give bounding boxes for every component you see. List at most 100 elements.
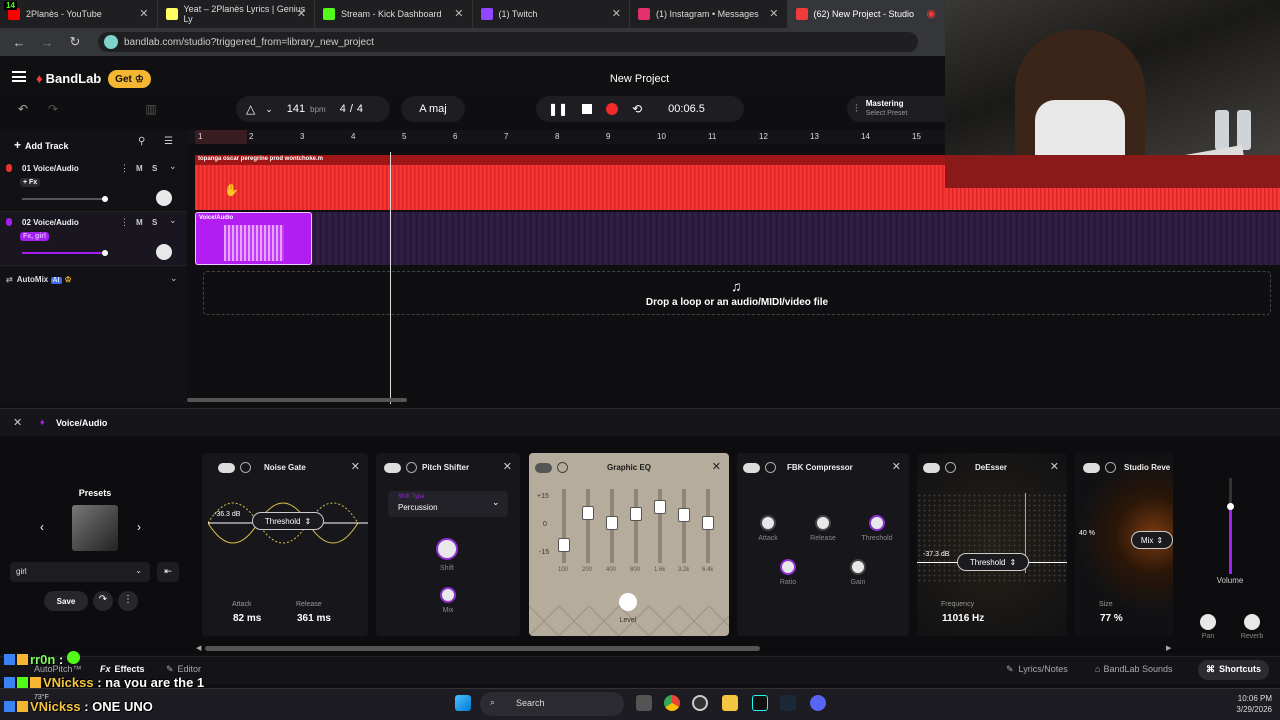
solo-button[interactable]: S xyxy=(152,218,157,227)
pan-knob[interactable] xyxy=(156,190,172,206)
loop-icon[interactable]: ⟲ xyxy=(632,102,642,116)
close-icon[interactable]: ✕ xyxy=(351,460,360,473)
track-2-header[interactable]: 02 Voice/Audio Fx, girl ⋮ M S ⌄ xyxy=(0,212,187,266)
close-icon[interactable]: ✕ xyxy=(1050,460,1059,473)
slider-thumb[interactable] xyxy=(102,250,108,256)
close-tab-icon[interactable]: ✕ xyxy=(139,7,148,20)
editor-tab[interactable]: ✎ Editor xyxy=(166,664,201,675)
key-selector[interactable]: A maj xyxy=(401,96,465,122)
mix-control[interactable]: Mix ⇕ xyxy=(1131,531,1173,549)
measure-number[interactable]: 10 xyxy=(657,132,666,141)
eq-band-slider[interactable] xyxy=(654,499,666,514)
close-icon[interactable]: ✕ xyxy=(712,460,721,473)
pan-knob[interactable] xyxy=(156,244,172,260)
eq-band-track[interactable] xyxy=(634,489,638,563)
automix-row[interactable]: ⇄ AutoMix AI ♔ xyxy=(6,275,72,284)
task-view-icon[interactable] xyxy=(636,695,652,711)
chevron-down-icon[interactable]: ⌄ xyxy=(169,215,177,226)
time-sig-den[interactable]: 4 xyxy=(357,103,363,115)
eq-band-slider[interactable] xyxy=(582,505,594,520)
ratio-knob[interactable] xyxy=(780,559,796,575)
level-knob[interactable] xyxy=(619,593,637,611)
share-icon[interactable]: ↷ xyxy=(93,591,113,611)
undo-icon[interactable]: ↶ xyxy=(12,98,34,120)
eq-band-track[interactable] xyxy=(586,489,590,563)
browser-tab-twitch[interactable]: (1) Twitch ✕ xyxy=(473,0,630,28)
measure-number[interactable]: 4 xyxy=(351,132,355,141)
info-icon[interactable] xyxy=(945,462,956,473)
mastering-button[interactable]: ⫶ Mastering Select Preset xyxy=(847,96,945,122)
eq-band-track[interactable] xyxy=(682,489,686,563)
close-tab-icon[interactable]: ✕ xyxy=(769,7,778,20)
more-icon[interactable]: ⋮ xyxy=(118,591,138,611)
size-value[interactable]: 77 % xyxy=(1100,613,1123,624)
discord-icon[interactable] xyxy=(810,695,826,711)
stop-icon[interactable] xyxy=(582,104,593,114)
track-2-name[interactable]: 02 Voice/Audio xyxy=(22,218,79,227)
audio-clip-1[interactable]: topanga oscar peregrine prod wontchoke.m xyxy=(195,155,945,210)
noise-gate-toggle[interactable] xyxy=(218,463,235,473)
more-icon[interactable]: ⋮ xyxy=(120,217,129,228)
threshold-knob[interactable] xyxy=(869,515,885,531)
track-2-fx-button[interactable]: Fx, girl xyxy=(20,232,49,241)
hamburger-menu-icon[interactable] xyxy=(12,71,26,82)
shift-knob[interactable] xyxy=(436,538,458,560)
measure-number[interactable]: 9 xyxy=(606,132,610,141)
more-icon[interactable]: ⋮ xyxy=(120,163,129,174)
windows-start-icon[interactable] xyxy=(455,695,471,711)
slider-thumb[interactable] xyxy=(102,196,108,202)
pause-icon[interactable]: ❚❚ xyxy=(548,102,568,116)
chevron-down-icon[interactable]: ⌄ xyxy=(170,273,178,284)
measure-number[interactable]: 6 xyxy=(453,132,457,141)
magic-wand-icon[interactable]: ⚲ xyxy=(138,136,145,147)
reverb-toggle[interactable] xyxy=(1083,463,1100,473)
frequency-value[interactable]: 11016 Hz xyxy=(942,613,984,624)
measure-number[interactable]: 14 xyxy=(861,132,870,141)
audio-clip-1-tail[interactable] xyxy=(945,188,1280,210)
tiktok-icon[interactable] xyxy=(752,695,768,711)
track-settings-icon[interactable]: ☰ xyxy=(164,136,173,147)
browser-tab-genius[interactable]: Yeat – 2Planès Lyrics | Genius Ly ✕ xyxy=(158,0,315,28)
close-tab-icon[interactable]: ✕ xyxy=(454,7,463,20)
measure-number[interactable]: 12 xyxy=(759,132,768,141)
pitch-shifter-toggle[interactable] xyxy=(384,463,401,473)
info-icon[interactable] xyxy=(406,462,417,473)
track-1-fx-button[interactable]: + Fx xyxy=(20,178,41,187)
save-preset-button[interactable]: Save xyxy=(44,591,88,611)
volume-slider[interactable] xyxy=(22,250,108,256)
close-icon[interactable]: ✕ xyxy=(13,416,22,429)
preset-thumbnail[interactable] xyxy=(72,505,118,551)
measure-number[interactable]: 11 xyxy=(708,132,716,141)
chevron-down-icon[interactable]: ⌄ xyxy=(169,161,177,172)
browser-tab-youtube[interactable]: 2Planès - YouTube ✕ xyxy=(0,0,158,28)
bpm-value[interactable]: 141 xyxy=(287,103,305,115)
release-value[interactable]: 361 ms xyxy=(297,613,331,624)
file-explorer-icon[interactable] xyxy=(722,695,738,711)
get-membership-button[interactable]: Get ♔ xyxy=(108,70,151,88)
mute-button[interactable]: M xyxy=(136,218,143,227)
obs-icon[interactable] xyxy=(692,695,708,711)
measure-number[interactable]: 5 xyxy=(402,132,406,141)
metronome-dropdown-icon[interactable]: ⌄ xyxy=(265,104,273,115)
loop-region[interactable] xyxy=(195,130,247,144)
track-1-header[interactable]: 01 Voice/Audio + Fx ⋮ M S ⌄ xyxy=(0,158,187,212)
measure-number[interactable]: 8 xyxy=(555,132,559,141)
lyrics-notes-button[interactable]: ✎ Lyrics/Notes xyxy=(1006,664,1068,675)
deesser-toggle[interactable] xyxy=(923,463,940,473)
compressor-toggle[interactable] xyxy=(743,463,760,473)
taskbar-search[interactable]: ⌕ Search xyxy=(480,692,624,716)
site-info-icon[interactable] xyxy=(104,35,118,49)
scroll-left-icon[interactable]: ◀ xyxy=(196,644,201,652)
attack-knob[interactable] xyxy=(760,515,776,531)
close-tab-icon[interactable]: ✕ xyxy=(612,7,621,20)
volume-fader-thumb[interactable] xyxy=(1227,503,1234,510)
eq-band-slider[interactable] xyxy=(558,538,570,553)
info-icon[interactable] xyxy=(240,462,251,473)
browser-tab-kick[interactable]: Stream - Kick Dashboard ✕ xyxy=(315,0,473,28)
redo-icon[interactable]: ↷ xyxy=(42,98,64,120)
shift-type-select[interactable]: Shift Type Percussion ⌄ xyxy=(388,491,508,517)
next-preset-icon[interactable]: › xyxy=(137,520,141,534)
eq-band-slider[interactable] xyxy=(678,508,690,523)
back-icon[interactable]: ← xyxy=(10,35,28,50)
scroll-right-icon[interactable]: ▶ xyxy=(1166,644,1171,652)
